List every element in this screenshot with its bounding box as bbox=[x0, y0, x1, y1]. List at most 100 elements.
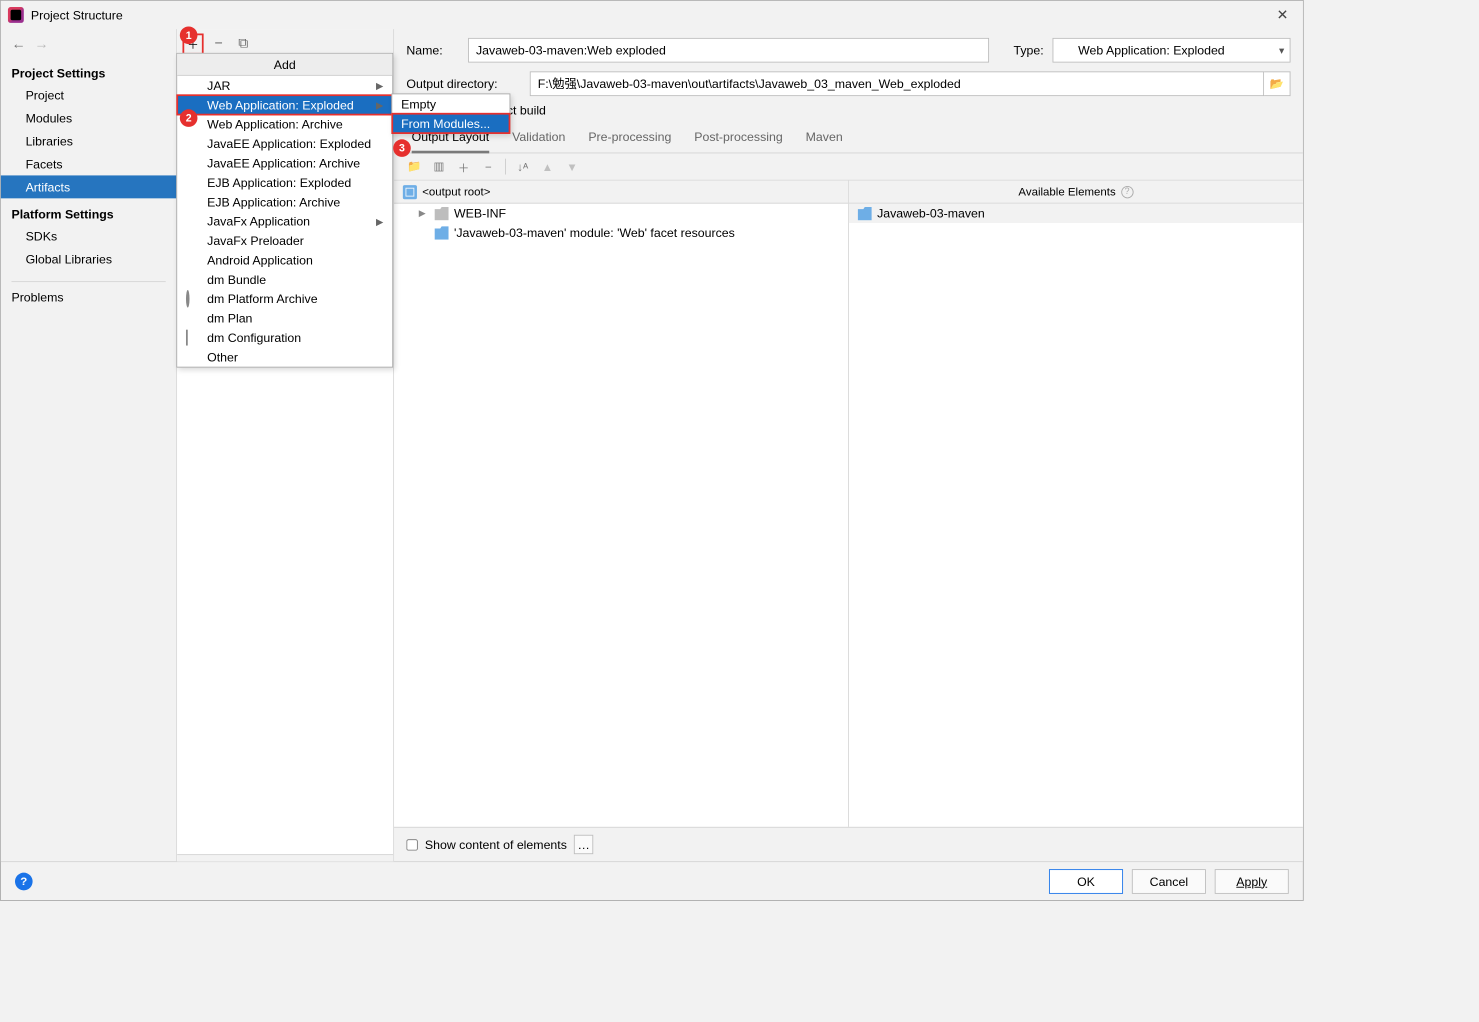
new-archive-icon[interactable]: ▥ bbox=[431, 159, 447, 175]
popup-item-dm-config[interactable]: dm Configuration bbox=[177, 328, 392, 347]
popup-item-label: EJB Application: Archive bbox=[207, 195, 340, 209]
show-content-row: Show content of elements … bbox=[394, 827, 1303, 861]
chevron-right-icon: ▶ bbox=[376, 80, 383, 91]
sidebar-item-project[interactable]: Project bbox=[1, 84, 176, 107]
tree-webinf-label: WEB-INF bbox=[454, 206, 506, 220]
popup-item-web-archive[interactable]: Web Application: Archive bbox=[177, 115, 392, 134]
show-content-label: Show content of elements bbox=[425, 837, 567, 851]
popup-title: Add bbox=[177, 54, 392, 76]
sidebar-item-modules[interactable]: Modules bbox=[1, 107, 176, 130]
type-dropdown[interactable]: Web Application: Exploded ▾ bbox=[1053, 38, 1291, 63]
sidebar-item-facets[interactable]: Facets bbox=[1, 152, 176, 175]
popup-item-javaee-exploded[interactable]: JavaEE Application: Exploded bbox=[177, 134, 392, 153]
window-title: Project Structure bbox=[31, 8, 123, 22]
sub-popup: Empty From Modules... bbox=[391, 93, 510, 134]
available-module-item[interactable]: Javaweb-03-maven bbox=[849, 204, 1303, 223]
available-module-label: Javaweb-03-maven bbox=[877, 206, 985, 220]
callout-1: 1 bbox=[180, 26, 198, 44]
tree-facet-resources[interactable]: 'Javaweb-03-maven' module: 'Web' facet r… bbox=[394, 223, 848, 242]
popup-item-label: Other bbox=[207, 350, 238, 364]
sidebar-item-libraries[interactable]: Libraries bbox=[1, 130, 176, 153]
web-resources-icon bbox=[435, 226, 449, 240]
apply-button[interactable]: Apply bbox=[1215, 869, 1289, 894]
tab-maven[interactable]: Maven bbox=[806, 130, 843, 153]
remove-layout-icon[interactable]: − bbox=[480, 159, 496, 175]
subpopup-label: From Modules... bbox=[401, 116, 490, 130]
divider bbox=[11, 281, 165, 282]
tab-postprocessing[interactable]: Post-processing bbox=[694, 130, 782, 153]
close-icon[interactable]: ✕ bbox=[1269, 2, 1295, 28]
module-folder-icon bbox=[858, 206, 872, 220]
output-root-row[interactable]: <output root> bbox=[394, 181, 848, 204]
folder-open-icon: 📂 bbox=[1270, 77, 1284, 91]
subpopup-from-modules[interactable]: From Modules... bbox=[392, 114, 509, 133]
down-icon[interactable]: ▼ bbox=[564, 159, 580, 175]
popup-item-javafx-app[interactable]: JavaFx Application▶ bbox=[177, 212, 392, 231]
cancel-button[interactable]: Cancel bbox=[1132, 869, 1206, 894]
sidebar-item-artifacts[interactable]: Artifacts bbox=[1, 175, 176, 198]
tab-validation[interactable]: Validation bbox=[512, 130, 565, 153]
help-hint-icon[interactable]: ? bbox=[1121, 186, 1133, 198]
popup-item-jar[interactable]: JAR▶ bbox=[177, 76, 392, 95]
popup-item-web-exploded[interactable]: Web Application: Exploded▶ bbox=[177, 95, 392, 114]
name-input[interactable] bbox=[468, 38, 989, 63]
help-icon[interactable]: ? bbox=[15, 872, 33, 890]
popup-item-dm-archive[interactable]: dm Platform Archive bbox=[177, 289, 392, 308]
section-platform-settings: Platform Settings bbox=[1, 198, 176, 224]
back-icon[interactable]: ← bbox=[11, 37, 25, 53]
output-dir-input[interactable] bbox=[530, 71, 1264, 96]
popup-item-ejb-archive[interactable]: EJB Application: Archive bbox=[177, 192, 392, 211]
popup-item-android[interactable]: Android Application bbox=[177, 250, 392, 269]
apply-label: Apply bbox=[1236, 874, 1267, 888]
sort-icon[interactable]: ↓ᴬ bbox=[515, 159, 531, 175]
expand-icon[interactable]: ▶ bbox=[419, 208, 430, 218]
ok-button[interactable]: OK bbox=[1049, 869, 1123, 894]
popup-item-javafx-preloader[interactable]: JavaFx Preloader bbox=[177, 231, 392, 250]
folder-icon bbox=[435, 206, 449, 220]
browse-button[interactable]: 📂 bbox=[1264, 71, 1290, 96]
chevron-right-icon: ▶ bbox=[376, 99, 383, 110]
subpopup-empty[interactable]: Empty bbox=[392, 94, 509, 113]
popup-item-dm-plan[interactable]: dm Plan bbox=[177, 309, 392, 328]
popup-item-ejb-exploded[interactable]: EJB Application: Exploded bbox=[177, 173, 392, 192]
detail-panel: Name: Type: Web Application: Exploded ▾ … bbox=[394, 29, 1303, 861]
subpopup-label: Empty bbox=[401, 97, 436, 111]
popup-item-label: dm Plan bbox=[207, 311, 252, 325]
chevron-right-icon: ▶ bbox=[376, 216, 383, 227]
separator bbox=[505, 159, 506, 175]
popup-item-label: Web Application: Archive bbox=[207, 117, 343, 131]
tab-preprocessing[interactable]: Pre-processing bbox=[588, 130, 671, 153]
popup-item-javaee-archive[interactable]: JavaEE Application: Archive bbox=[177, 153, 392, 172]
output-layout-tree[interactable]: <output root> ▶ WEB-INF 'Javaweb-03-mave… bbox=[394, 181, 849, 827]
popup-item-label: JavaFx Preloader bbox=[207, 234, 304, 248]
remove-button[interactable]: − bbox=[209, 34, 228, 53]
dialog-footer: ? OK Cancel Apply bbox=[1, 861, 1303, 900]
copy-button[interactable]: ⧉ bbox=[234, 34, 253, 53]
archive-icon bbox=[186, 290, 190, 308]
popup-item-label: dm Platform Archive bbox=[207, 292, 317, 306]
show-content-config-button[interactable]: … bbox=[574, 835, 593, 854]
tree-webinf[interactable]: ▶ WEB-INF bbox=[394, 204, 848, 223]
callout-3: 3 bbox=[393, 139, 411, 157]
ok-label: OK bbox=[1077, 874, 1095, 888]
available-elements-title: Available Elements bbox=[1018, 185, 1115, 198]
intellij-icon bbox=[8, 7, 24, 23]
sidebar-item-sdks[interactable]: SDKs bbox=[1, 225, 176, 248]
forward-icon[interactable]: → bbox=[34, 37, 48, 53]
layout-toolbar: 📁 ▥ ＋ − ↓ᴬ ▲ ▼ bbox=[394, 153, 1303, 179]
up-icon[interactable]: ▲ bbox=[539, 159, 555, 175]
popup-item-label: dm Configuration bbox=[207, 331, 301, 345]
popup-item-other[interactable]: Other bbox=[177, 347, 392, 366]
popup-item-label: Android Application bbox=[207, 253, 313, 267]
show-content-checkbox[interactable] bbox=[406, 839, 417, 850]
title-bar: Project Structure ✕ bbox=[1, 1, 1303, 29]
popup-item-dm-bundle[interactable]: dm Bundle bbox=[177, 270, 392, 289]
new-folder-icon[interactable]: 📁 bbox=[406, 159, 422, 175]
sidebar-item-global-libraries[interactable]: Global Libraries bbox=[1, 248, 176, 271]
cancel-label: Cancel bbox=[1150, 874, 1188, 888]
add-artifact-popup: Add JAR▶ Web Application: Exploded▶ Web … bbox=[176, 53, 393, 368]
popup-item-label: dm Bundle bbox=[207, 272, 266, 286]
add-copy-icon[interactable]: ＋ bbox=[456, 159, 472, 175]
callout-2: 2 bbox=[180, 109, 198, 127]
sidebar-item-problems[interactable]: Problems bbox=[1, 286, 176, 309]
